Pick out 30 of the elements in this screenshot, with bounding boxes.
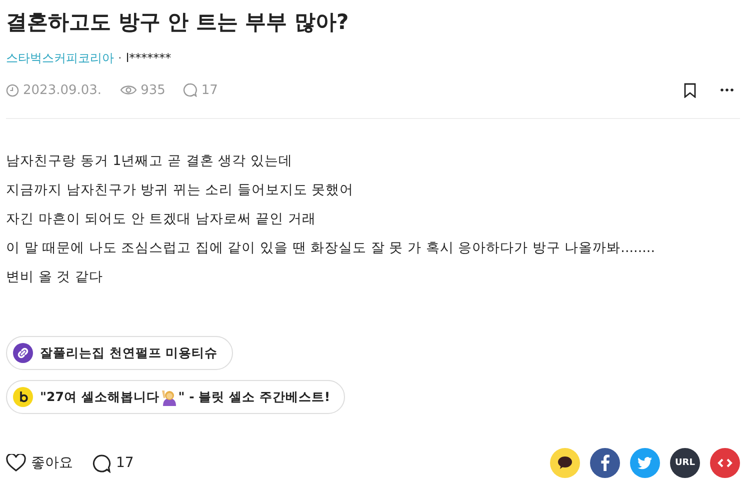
separator-dot: ·: [118, 51, 122, 65]
blind-logo-icon: [13, 387, 33, 407]
body-text: 변비 올 것 같다: [6, 268, 104, 287]
heart-icon[interactable]: [6, 454, 26, 472]
body-text: 이 말 때문에 나도 조심스럽고 집에 같이 있을 땐 화장실도 잘 못 가 혹시 응아하다가 방구 나올까봐........: [6, 239, 656, 258]
embed-code-icon[interactable]: [710, 448, 740, 478]
body-text: 지금까지 남자친구가 방귀 뀌는 소리 들어보지도 못했어: [6, 181, 355, 200]
bookmark-icon[interactable]: [684, 82, 696, 98]
person-raising-hand-icon: [160, 388, 178, 406]
comment-icon[interactable]: [92, 454, 111, 472]
kakaotalk-share-icon[interactable]: [550, 448, 580, 478]
more-icon[interactable]: [720, 88, 734, 92]
post-title: 결혼하고도 방구 안 트는 부부 많아?: [6, 9, 350, 36]
body-text: 자긴 마흔이 되어도 안 트겠대 남자로써 끝인 거래: [6, 210, 318, 229]
author-name: l*******: [126, 51, 172, 65]
clock-icon: [6, 84, 19, 96]
related-link[interactable]: 잘풀리는집 천연펄프 미용티슈: [6, 336, 233, 370]
facebook-share-icon[interactable]: [590, 448, 620, 478]
bird-share-icon[interactable]: [630, 448, 660, 478]
link-icon: [13, 343, 33, 363]
url-copy-button[interactable]: URL: [670, 448, 700, 478]
like-label[interactable]: 좋아요: [31, 454, 73, 472]
comment-count: 17: [201, 82, 218, 98]
post-date: 2023.09.03.: [23, 82, 102, 98]
related-link[interactable]: "27여 셀소해봅니다 " - 블릿 셀소 주간베스트!: [6, 380, 346, 414]
eye-icon: [120, 84, 137, 96]
body-text: 남자친구랑 동거 1년째고 곧 결혼 생각 있는데: [6, 152, 294, 171]
view-count: 935: [140, 82, 166, 98]
comment-count: 17: [116, 455, 134, 471]
comment-icon: [183, 83, 198, 97]
